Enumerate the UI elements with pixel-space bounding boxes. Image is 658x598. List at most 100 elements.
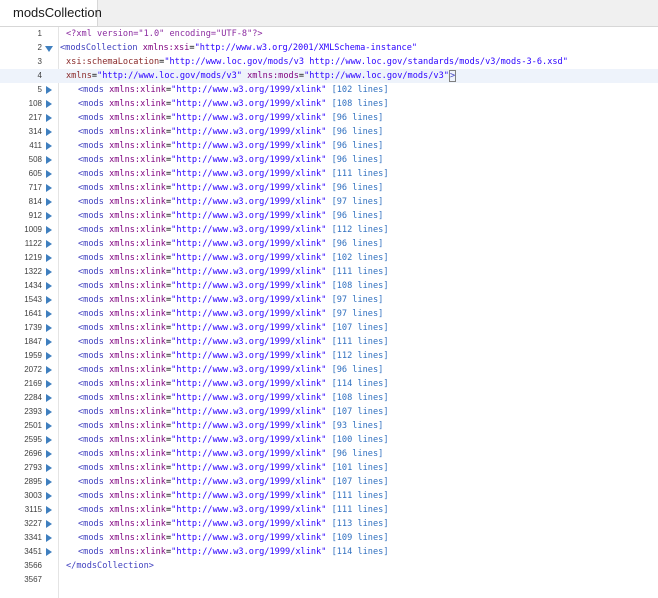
collapsed-lines-label[interactable]: [100 lines] <box>332 435 389 445</box>
collapsed-lines-label[interactable]: [96 lines] <box>332 183 384 193</box>
collapsed-lines-label[interactable]: [96 lines] <box>332 113 384 123</box>
mods-element: <mods xmlns:xlink="http://www.w3.org/199… <box>60 98 389 110</box>
mods-line: 1959 <mods xmlns:xlink="http://www.w3.org… <box>0 349 658 363</box>
collapsed-lines-label[interactable]: [111 lines] <box>332 169 389 179</box>
collapsed-lines-label[interactable]: [111 lines] <box>332 337 389 347</box>
collapsed-lines-label[interactable]: [102 lines] <box>332 85 389 95</box>
attr-name: xmlns:xlink <box>109 533 166 543</box>
collapsed-lines-label[interactable]: [102 lines] <box>332 253 389 263</box>
collapsed-lines-label[interactable]: [96 lines] <box>332 155 384 165</box>
collapsed-lines-label[interactable]: [97 lines] <box>332 309 384 319</box>
fold-collapsed-icon[interactable] <box>46 128 52 136</box>
attr-value: "http://www.loc.gov/mods/v3 http://www.l… <box>164 57 568 67</box>
mods-element: <mods xmlns:xlink="http://www.w3.org/199… <box>60 378 389 390</box>
fold-collapsed-icon[interactable] <box>46 450 52 458</box>
fold-collapsed-icon[interactable] <box>46 296 52 304</box>
fold-collapsed-icon[interactable] <box>46 282 52 290</box>
collapsed-lines-label[interactable]: [96 lines] <box>332 449 384 459</box>
fold-expanded-icon[interactable] <box>45 46 53 52</box>
line-number: 2895 <box>24 477 42 486</box>
fold-collapsed-icon[interactable] <box>46 268 52 276</box>
collapsed-lines-label[interactable]: [114 lines] <box>332 547 389 557</box>
fold-collapsed-icon[interactable] <box>46 478 52 486</box>
collapsed-lines-label[interactable]: [96 lines] <box>332 127 384 137</box>
collapsed-lines-label[interactable]: [111 lines] <box>332 491 389 501</box>
fold-collapsed-icon[interactable] <box>46 254 52 262</box>
fold-collapsed-icon[interactable] <box>46 212 52 220</box>
fold-collapsed-icon[interactable] <box>46 198 52 206</box>
collapsed-lines-label[interactable]: [107 lines] <box>332 407 389 417</box>
collapsed-lines-label[interactable]: [114 lines] <box>332 379 389 389</box>
mods-element: <mods xmlns:xlink="http://www.w3.org/199… <box>60 112 383 124</box>
fold-collapsed-icon[interactable] <box>46 436 52 444</box>
collapsed-lines-label[interactable]: [96 lines] <box>332 239 384 249</box>
collapsed-lines-label[interactable]: [97 lines] <box>332 295 384 305</box>
fold-collapsed-icon[interactable] <box>46 506 52 514</box>
collapsed-lines-label[interactable]: [109 lines] <box>332 533 389 543</box>
fold-collapsed-icon[interactable] <box>46 534 52 542</box>
fold-collapsed-icon[interactable] <box>46 240 52 248</box>
collapsed-lines-label[interactable]: [96 lines] <box>332 211 384 221</box>
collapsed-lines-label[interactable]: [108 lines] <box>332 393 389 403</box>
collapsed-lines-label[interactable]: [108 lines] <box>332 281 389 291</box>
fold-collapsed-icon[interactable] <box>46 492 52 500</box>
collapsed-lines-label[interactable]: [111 lines] <box>332 505 389 515</box>
line-number: 4 <box>37 71 42 80</box>
line-number: 1641 <box>24 309 42 318</box>
attr-name: xmlns:xlink <box>109 141 166 151</box>
fold-collapsed-icon[interactable] <box>46 324 52 332</box>
attr-name: xmlns:xlink <box>109 155 166 165</box>
collapsed-lines-label[interactable]: [96 lines] <box>332 141 384 151</box>
collapsed-lines-label[interactable]: [108 lines] <box>332 99 389 109</box>
mods-element: <mods xmlns:xlink="http://www.w3.org/199… <box>60 322 389 334</box>
collapsed-lines-label[interactable]: [101 lines] <box>332 463 389 473</box>
fold-collapsed-icon[interactable] <box>46 86 52 94</box>
collapsed-lines-label[interactable]: [112 lines] <box>332 225 389 235</box>
fold-collapsed-icon[interactable] <box>46 394 52 402</box>
mods-element: <mods xmlns:xlink="http://www.w3.org/199… <box>60 182 383 194</box>
fold-collapsed-icon[interactable] <box>46 226 52 234</box>
collapsed-lines-label[interactable]: [97 lines] <box>332 197 384 207</box>
attr-name: xmlns:xlink <box>109 211 166 221</box>
collapsed-lines-label[interactable]: [107 lines] <box>332 477 389 487</box>
collapsed-lines-label[interactable]: [96 lines] <box>332 365 384 375</box>
mods-tag-name: <mods <box>78 197 104 207</box>
collapsed-lines-label[interactable]: [111 lines] <box>332 267 389 277</box>
xml-editor[interactable]: 1 <?xml version="1.0" encoding="UTF-8"?>… <box>0 27 658 598</box>
fold-collapsed-icon[interactable] <box>46 184 52 192</box>
fold-collapsed-icon[interactable] <box>46 548 52 556</box>
fold-collapsed-icon[interactable] <box>46 464 52 472</box>
fold-collapsed-icon[interactable] <box>46 170 52 178</box>
fold-collapsed-icon[interactable] <box>46 408 52 416</box>
mods-element: <mods xmlns:xlink="http://www.w3.org/199… <box>60 84 389 96</box>
collapsed-lines-label[interactable]: [107 lines] <box>332 323 389 333</box>
fold-collapsed-icon[interactable] <box>46 338 52 346</box>
fold-collapsed-icon[interactable] <box>46 114 52 122</box>
fold-collapsed-icon[interactable] <box>46 100 52 108</box>
fold-collapsed-icon[interactable] <box>46 156 52 164</box>
mods-element: <mods xmlns:xlink="http://www.w3.org/199… <box>60 238 383 250</box>
mods-line: 717 <mods xmlns:xlink="http://www.w3.org/… <box>0 181 658 195</box>
collapsed-lines-label[interactable]: [113 lines] <box>332 519 389 529</box>
line-number: 1739 <box>24 323 42 332</box>
fold-collapsed-icon[interactable] <box>46 422 52 430</box>
attr-value: "http://www.w3.org/1999/xlink" <box>171 491 327 501</box>
attr-name: xmlns:xlink <box>109 169 166 179</box>
fold-collapsed-icon[interactable] <box>46 142 52 150</box>
mods-line: 5 <mods xmlns:xlink="http://www.w3.org/19… <box>0 83 658 97</box>
fold-collapsed-icon[interactable] <box>46 352 52 360</box>
attr-value: "http://www.w3.org/1999/xlink" <box>171 281 327 291</box>
fold-collapsed-icon[interactable] <box>46 310 52 318</box>
fold-collapsed-icon[interactable] <box>46 366 52 374</box>
fold-collapsed-icon[interactable] <box>46 380 52 388</box>
schema-location-line: xsi:schemaLocation="http://www.loc.gov/m… <box>60 56 568 68</box>
fold-collapsed-icon[interactable] <box>46 520 52 528</box>
attr-value: "http://www.w3.org/1999/xlink" <box>171 407 327 417</box>
collapsed-lines-label[interactable]: [93 lines] <box>332 421 384 431</box>
attr-name: xmlns:xlink <box>109 547 166 557</box>
attr-name: xmlns:xlink <box>109 225 166 235</box>
tab-modscollection[interactable]: modsCollection <box>0 0 102 26</box>
mods-tag-name: <mods <box>78 239 104 249</box>
collapsed-lines-label[interactable]: [112 lines] <box>332 351 389 361</box>
mods-tag-name: <mods <box>78 183 104 193</box>
